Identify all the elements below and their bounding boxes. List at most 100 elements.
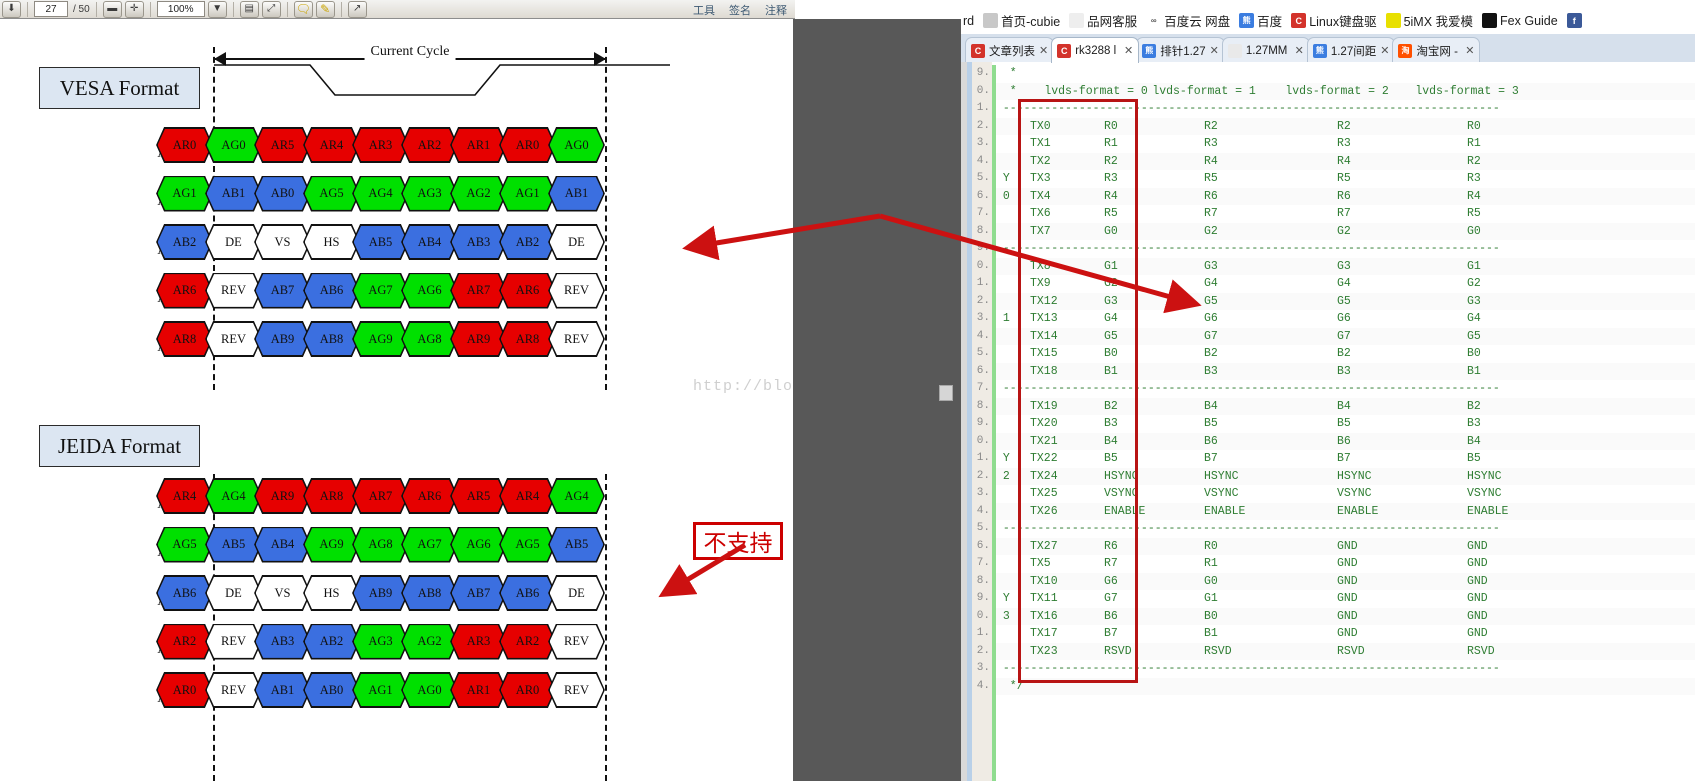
- browser-tab[interactable]: 熊排针1.27 ✕: [1136, 37, 1225, 63]
- line-number: 4.: [976, 329, 990, 342]
- waveform-cell: AB4: [401, 224, 458, 260]
- waveform-row: AR2 REV AB3 AB2 AG3 AG2 AR3 AR2 REV: [156, 624, 597, 660]
- highlight-icon[interactable]: ✎: [315, 0, 335, 18]
- code-signal-value: GND: [1467, 592, 1488, 605]
- zoom-in-icon[interactable]: ✛: [124, 0, 144, 18]
- scroll-thumb[interactable]: [939, 385, 953, 401]
- waveform-cell: AR8: [303, 478, 360, 514]
- code-tx-pin: TX19: [1030, 399, 1058, 413]
- code-line: TX7 G0 G2 G2 G0: [996, 222, 1695, 240]
- code-signal-value: B7: [1104, 627, 1118, 640]
- comment-icon[interactable]: 🗨: [293, 0, 313, 18]
- waveform-cell: AG2: [401, 624, 458, 660]
- code-signal-value: G3: [1467, 294, 1481, 308]
- toolbar-divider: [95, 1, 97, 17]
- tab-close-icon[interactable]: ✕: [1039, 44, 1048, 57]
- bookmark-item[interactable]: 首页-cubie: [983, 11, 1060, 30]
- code-content[interactable]: * * lvds-format = 0 lvds-format = 1 lvds-f…: [996, 62, 1695, 781]
- code-signal-value: B4: [1467, 434, 1481, 448]
- code-signal-value: R6: [1337, 189, 1351, 203]
- tab-close-icon[interactable]: ✕: [1210, 44, 1219, 57]
- line-number: 9.: [976, 67, 990, 79]
- waveform-cell: AR4: [499, 478, 556, 514]
- browser-tab[interactable]: C 文章列表 ✕: [965, 37, 1055, 63]
- browser-tab[interactable]: 熊 1.27间距 ✕: [1306, 37, 1396, 63]
- code-signal-value: B4: [1104, 434, 1118, 448]
- code-tx-pin: TX5: [1030, 557, 1051, 570]
- browser-tab-title: 1.27间距: [1330, 45, 1377, 58]
- code-line: *: [996, 67, 1017, 80]
- page-number-input[interactable]: 27: [34, 1, 68, 17]
- zoom-out-icon[interactable]: ▬: [102, 0, 122, 18]
- code-y-marker: [996, 503, 1030, 521]
- waveform-cell: AR0: [499, 127, 556, 163]
- code-signal-value: B3: [1104, 417, 1118, 430]
- comment-menu[interactable]: 注释: [765, 2, 787, 18]
- waveform-cell: AR3: [450, 624, 507, 660]
- bookmark-item[interactable]: 熊百度: [1239, 11, 1282, 30]
- tab-close-icon[interactable]: ✕: [1465, 44, 1474, 57]
- line-number: 7.: [976, 207, 990, 219]
- line-number: 2.: [976, 119, 990, 132]
- save-icon[interactable]: ⬇: [2, 0, 21, 18]
- bookmark-item[interactable]: rd: [963, 14, 974, 28]
- bookmark-item[interactable]: 5iMX 我爱模: [1385, 11, 1473, 30]
- tab-close-icon[interactable]: ✕: [1380, 44, 1389, 57]
- tools-menu[interactable]: 工具: [693, 2, 715, 18]
- fit-page-icon[interactable]: ▤: [239, 0, 259, 18]
- zoom-level-input[interactable]: 100%: [156, 1, 205, 17]
- waveform-cell: AB9: [352, 575, 409, 611]
- code-signal-value: ENABLE: [1467, 504, 1509, 518]
- fit-width-icon[interactable]: ⤢: [261, 0, 281, 18]
- browser-tab[interactable]: Crk3288 l ✕: [1051, 37, 1140, 63]
- code-line: Y TX3 R3 R5 R5 R3: [996, 170, 1695, 188]
- waveform-cell-label: AR2: [172, 634, 197, 648]
- waveform-cell-label: AB7: [466, 585, 491, 600]
- bookmark-item[interactable]: f: [1566, 13, 1585, 28]
- code-tx-pin: TX25: [1030, 487, 1058, 500]
- browser-tab[interactable]: 1.27MM ✕: [1221, 37, 1310, 63]
- waveform-cell: AG0: [205, 127, 262, 163]
- pdf-reader-pane: ⬇ 27 / 50 ▬ ✛ 100% ▼ ▤ ⤢ 🗨 ✎ ↗ 工具 签名 注释: [0, 0, 795, 781]
- waveform-row: AR6 REV AB7 AB6 AG7 AG6 AR7 AR6 REV: [156, 273, 597, 309]
- waveform-cell: AB1: [205, 176, 262, 212]
- waveform-cell: AB0: [303, 672, 360, 708]
- code-column-header: lvds-format = 1: [1152, 84, 1256, 98]
- browser-tab-title: 排针1.27: [1160, 45, 1206, 58]
- line-number: 6.: [976, 539, 990, 552]
- sign-menu[interactable]: 签名: [729, 2, 751, 18]
- line-number: 3.: [976, 487, 990, 499]
- waveform-cell-label: AB0: [270, 186, 295, 200]
- code-line: TX5 R7 R1 GND GND: [996, 555, 1695, 573]
- toolbar-divider: [149, 1, 151, 17]
- waveform-cell-label: AB5: [368, 234, 393, 249]
- browser-tab[interactable]: 淘淘宝网 - ✕: [1392, 37, 1481, 63]
- taobao-icon: 淘: [1398, 43, 1413, 58]
- waveform-cell-label: AB2: [515, 234, 540, 249]
- code-viewer[interactable]: 9. 0. 1. 2. 3. 4. 5. 6. 7. 8. 9. 0. 1. 2. 3. 4. 5. 6. 7. 8.…: [961, 62, 1695, 781]
- code-signal-value: B4: [1337, 399, 1351, 413]
- code-signal-value: G0: [1104, 224, 1118, 238]
- code-line: 3 TX16 B6 B0 GND GND: [996, 607, 1695, 625]
- line-number: 1.: [976, 452, 990, 464]
- code-signal-value: B0: [1104, 347, 1118, 360]
- share-icon[interactable]: ↗: [347, 0, 367, 18]
- line-number: 4.: [976, 679, 990, 692]
- bookmark-item[interactable]: Fex Guide: [1482, 13, 1558, 28]
- bookmark-label: 百度云 网盘: [1164, 15, 1231, 29]
- waveform-cell-label: AR9: [466, 331, 491, 346]
- waveform-cell: VS: [254, 224, 311, 260]
- zoom-dropdown-icon[interactable]: ▼: [207, 0, 227, 18]
- waveform-cell: AR8: [499, 321, 556, 357]
- bookmark-label: Fex Guide: [1500, 13, 1558, 28]
- bookmark-item[interactable]: C Linux键盘驱: [1291, 11, 1377, 30]
- waveform-cell: AB6: [303, 273, 360, 309]
- code-signal-value: B0: [1467, 347, 1481, 360]
- line-number: 3.: [976, 137, 990, 149]
- waveform-cell: AR3: [352, 127, 409, 163]
- bookmark-item[interactable]: 品网客服: [1069, 11, 1137, 30]
- bookmark-item[interactable]: ∞ 百度云 网盘: [1146, 11, 1230, 30]
- tab-close-icon[interactable]: ✕: [1295, 44, 1304, 57]
- tab-close-icon[interactable]: ✕: [1124, 44, 1133, 57]
- code-tx-pin: TX20: [1030, 417, 1058, 430]
